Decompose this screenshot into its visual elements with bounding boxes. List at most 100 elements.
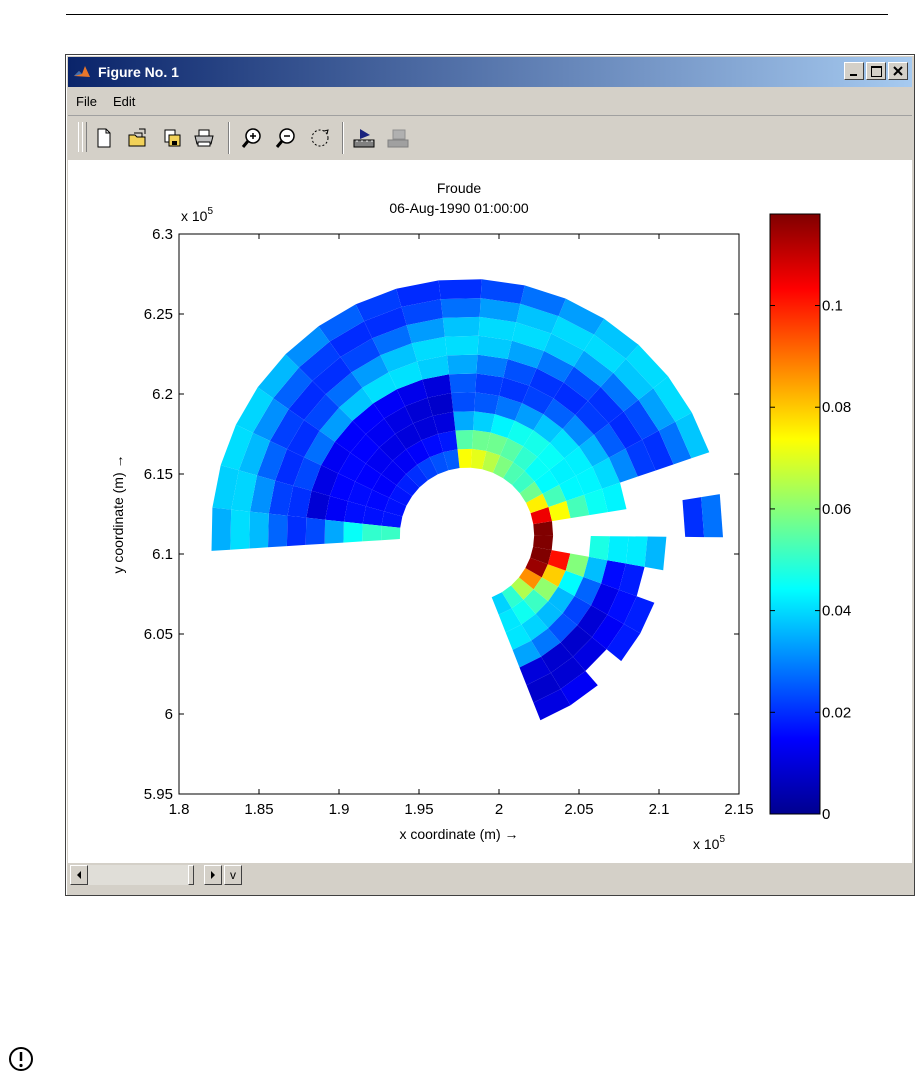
grid-cell (444, 335, 479, 356)
grid-cell (449, 373, 477, 393)
colorbar-tick-label: 0.1 (822, 298, 843, 315)
movie-pause-icon[interactable] (386, 126, 410, 150)
y-tick-label: 6.1 (152, 546, 173, 563)
grid-cell (607, 536, 629, 564)
grid-cell (305, 517, 326, 545)
zoom-in-icon[interactable] (240, 126, 264, 150)
froude-field (211, 279, 723, 721)
grid-cell (286, 515, 307, 547)
page-top-rule (66, 14, 888, 15)
grid-cell (442, 316, 480, 337)
grid-cell (440, 298, 481, 318)
colorbar-tick-label: 0 (822, 806, 830, 823)
y-tick-label: 6.25 (144, 306, 173, 323)
close-icon (893, 66, 903, 76)
save-file-icon[interactable] (160, 126, 184, 150)
x-multiplier-base: x 10 (693, 836, 720, 852)
grid-cell (457, 448, 472, 468)
warning-icon (9, 1047, 33, 1071)
y-multiplier: x 105 (181, 206, 213, 224)
rotate-icon[interactable] (308, 126, 332, 150)
toolbar-separator-2 (342, 122, 344, 154)
grid-cell (343, 521, 363, 543)
x-axis-label: x coordinate (m) → (399, 826, 518, 842)
y-multiplier-exponent: 5 (207, 206, 213, 217)
menu-edit[interactable]: Edit (105, 94, 143, 109)
grid-cell (701, 494, 723, 538)
minimize-button[interactable] (844, 62, 864, 80)
grid-cell (475, 373, 504, 396)
matlab-logo-icon (74, 66, 90, 77)
grid-cell (588, 536, 610, 561)
open-file-icon[interactable] (126, 126, 150, 150)
x-tick-label: 1.9 (329, 801, 350, 818)
colorbar-tick-label: 0.06 (822, 501, 851, 518)
y-tick-label: 6 (165, 706, 173, 723)
y-axis-label: y coordinate (m) → (110, 454, 126, 573)
scroll-right-button[interactable] (204, 865, 222, 885)
x-tick-label: 2 (495, 801, 503, 818)
grid-cell (453, 411, 475, 431)
grid-cell (626, 536, 648, 567)
toolbar-separator (228, 122, 230, 154)
scroll-right-icon (211, 871, 215, 879)
x-tick-label: 1.8 (169, 801, 190, 818)
froude-plot: 1.8 1.85 1.9 1.95 2 2.05 2.1 2.15 5.95 6 6.05 6.1 6.… (110, 180, 851, 852)
chart-title: Froude (437, 180, 482, 196)
new-figure-icon[interactable] (92, 126, 116, 150)
colorbar-tick-label: 0.02 (822, 704, 851, 721)
y-tick-label: 5.95 (144, 786, 173, 803)
movie-play-icon[interactable] (352, 126, 376, 150)
grid-cell (268, 513, 288, 548)
title-bar[interactable]: Figure No. 1 (68, 57, 912, 87)
colorbar (769, 213, 821, 815)
maximize-button[interactable] (866, 62, 886, 80)
minimize-icon (850, 74, 857, 76)
figure-window: Figure No. 1 File Edit 1.8 1.85 1.9 1.95… (65, 54, 915, 896)
grid-cell (447, 354, 478, 375)
grid-cell (230, 509, 250, 550)
grid-cell (211, 507, 232, 551)
x-tick-label: 2.1 (649, 801, 670, 818)
scroll-v-button[interactable]: v (224, 865, 242, 885)
y-tick-label: 6.15 (144, 466, 173, 483)
maximize-icon (871, 66, 882, 77)
scroll-left-button[interactable] (70, 865, 88, 885)
grid-cell (682, 497, 705, 538)
print-icon[interactable] (192, 126, 216, 150)
grid-cell (381, 525, 401, 541)
x-multiplier: x 105 (693, 834, 725, 852)
horizontal-scrollbar[interactable]: v (70, 865, 248, 885)
x-tick-label: 1.85 (244, 801, 273, 818)
scroll-track[interactable] (88, 865, 188, 885)
toolbar-grip-2[interactable] (82, 122, 87, 152)
grid-cell (455, 430, 474, 450)
toolbar (68, 115, 912, 161)
close-button[interactable] (888, 62, 908, 80)
chart-subtitle: 06-Aug-1990 01:00:00 (389, 200, 529, 216)
colorbar-tick-label: 0.08 (822, 399, 851, 416)
grid-cell (451, 392, 476, 412)
zoom-out-icon[interactable] (274, 126, 298, 150)
y-tick-label: 6.2 (152, 386, 173, 403)
x-tick-label: 2.15 (724, 801, 753, 818)
y-tick-label: 6.3 (152, 226, 173, 243)
menu-bar: File Edit (68, 89, 912, 113)
x-tick-label: 2.05 (564, 801, 593, 818)
grid-cell (474, 392, 500, 415)
grid-cell (438, 279, 482, 300)
y-multiplier-base: x 10 (181, 208, 208, 224)
scroll-left-icon (77, 871, 81, 879)
grid-cell (644, 536, 667, 571)
grid-cell (249, 511, 269, 549)
window-title: Figure No. 1 (98, 64, 179, 80)
scroll-thumb[interactable] (188, 865, 194, 885)
menu-file[interactable]: File (68, 94, 105, 109)
colorbar-tick-label: 0.04 (822, 603, 851, 620)
grid-cell (362, 523, 382, 542)
x-multiplier-exponent: 5 (719, 834, 725, 845)
grid-cell (324, 519, 344, 544)
figure-canvas: 1.8 1.85 1.9 1.95 2 2.05 2.1 2.15 5.95 6 6.05 6.1 6.… (68, 161, 912, 863)
x-tick-label: 1.95 (404, 801, 433, 818)
y-tick-label: 6.05 (144, 626, 173, 643)
